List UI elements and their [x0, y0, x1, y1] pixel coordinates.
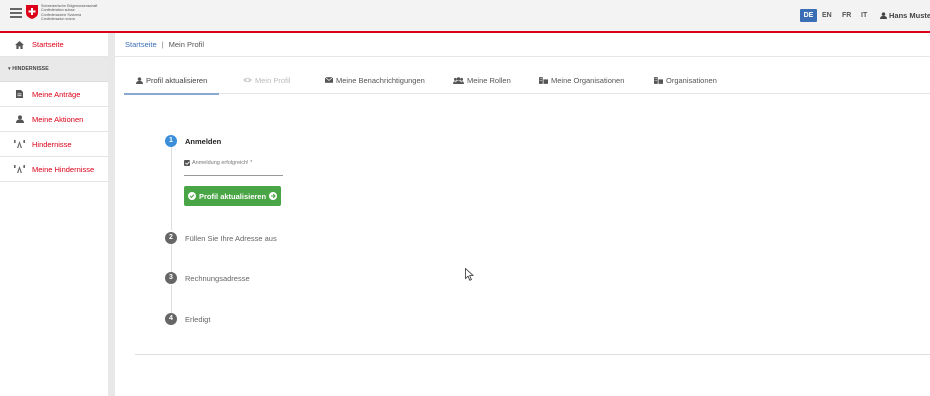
checkbox-checked-icon[interactable] [184, 160, 190, 166]
tab-meine-rollen[interactable]: Meine Rollen [453, 66, 511, 94]
user-name: Hans Muste [889, 11, 930, 20]
logo-text: Schweizerische Eidgenossenschaft Confédé… [41, 4, 97, 22]
user-icon [136, 76, 143, 84]
logo-line: Confederaziun svizra [41, 17, 75, 22]
eye-icon [243, 77, 252, 83]
sidebar-item-meine-antraege[interactable]: Meine Anträge [0, 82, 108, 107]
step-4-label: Erledigt [185, 315, 211, 324]
check-circle-icon [187, 192, 196, 200]
breadcrumb-separator: | [161, 40, 164, 49]
menu-icon[interactable] [10, 8, 22, 18]
field-label-text: Anmeldung erfolgreich! * [192, 160, 253, 166]
user-icon [880, 12, 887, 19]
sidebar-item-label: Hindernisse [32, 139, 72, 149]
sidebar-item-home[interactable]: Startseite [0, 33, 108, 57]
tab-label: Mein Profil [255, 75, 291, 85]
login-success-field[interactable] [184, 175, 283, 176]
organization-icon [654, 76, 663, 84]
arrow-right-circle-icon [269, 192, 278, 200]
step-3-label: Rechnungsadresse [185, 274, 250, 283]
document-icon [14, 90, 25, 98]
tab-label: Meine Rollen [467, 75, 511, 85]
login-success-field-label: Anmeldung erfolgreich! * [184, 160, 252, 166]
tab-label: Profil aktualisieren [146, 75, 208, 85]
step-3-number[interactable]: 3 [165, 272, 177, 284]
lang-de[interactable]: DE [800, 9, 817, 22]
tab-profil-aktualisieren[interactable]: Profil aktualisieren [123, 66, 220, 95]
sidebar-item-label: Meine Aktionen [32, 114, 84, 124]
step-2-number[interactable]: 2 [165, 232, 177, 244]
organization-icon [539, 76, 548, 84]
sidebar-item-label: Meine Anträge [32, 89, 81, 99]
tab-label: Organisationen [666, 75, 717, 85]
user-icon [14, 115, 25, 123]
tab-label: Meine Organisationen [551, 75, 625, 85]
sidebar: Startseite ▾ HINDERNISSE Meine Anträge M… [0, 33, 115, 396]
top-header: Schweizerische Eidgenossenschaft Confédé… [0, 0, 930, 33]
envelope-icon [325, 77, 333, 83]
step-connector [171, 285, 172, 313]
step-4-number[interactable]: 4 [165, 313, 177, 325]
sidebar-item-meine-hindernisse[interactable]: Meine Hindernisse [0, 157, 108, 182]
step-connector [171, 244, 172, 272]
sidebar-item-label: Startseite [32, 40, 64, 49]
users-icon [453, 76, 464, 84]
profile-tabs: Profil aktualisieren Mein Profil Meine B… [123, 66, 930, 95]
tab-organisationen[interactable]: Organisationen [654, 66, 717, 94]
tab-meine-organisationen[interactable]: Meine Organisationen [539, 66, 624, 94]
tab-mein-profil: Mein Profil [243, 66, 290, 94]
lang-en[interactable]: EN [822, 9, 832, 22]
barrier-icon [14, 165, 25, 173]
content-divider [135, 354, 930, 355]
lang-it[interactable]: IT [861, 9, 867, 22]
sidebar-section-hindernisse[interactable]: ▾ HINDERNISSE [0, 57, 108, 82]
breadcrumb-current: Mein Profil [168, 40, 205, 49]
breadcrumb-home-link[interactable]: Startseite [125, 40, 157, 49]
barrier-icon [14, 140, 25, 148]
tab-label: Meine Benachrichtigungen [336, 75, 425, 85]
mouse-cursor-icon [465, 268, 474, 281]
step-1-label: Anmelden [185, 137, 222, 146]
swiss-shield-icon [26, 5, 38, 19]
step-2-label: Füllen Sie Ihre Adresse aus [185, 234, 277, 243]
sidebar-item-label: Meine Hindernisse [32, 164, 95, 174]
home-icon [14, 40, 25, 49]
sidebar-item-meine-aktionen[interactable]: Meine Aktionen [0, 107, 108, 132]
profile-update-button[interactable]: Profil aktualisieren [184, 186, 281, 206]
step-connector [171, 147, 172, 230]
breadcrumb: Startseite | Mein Profil [115, 33, 930, 57]
step-1-number[interactable]: 1 [165, 135, 177, 147]
button-label: Profil aktualisieren [198, 191, 267, 201]
lang-fr[interactable]: FR [842, 9, 851, 22]
sidebar-item-hindernisse[interactable]: Hindernisse [0, 132, 108, 157]
user-menu[interactable]: Hans Muste [880, 9, 930, 22]
tab-meine-benachrichtigungen[interactable]: Meine Benachrichtigungen [325, 66, 425, 94]
